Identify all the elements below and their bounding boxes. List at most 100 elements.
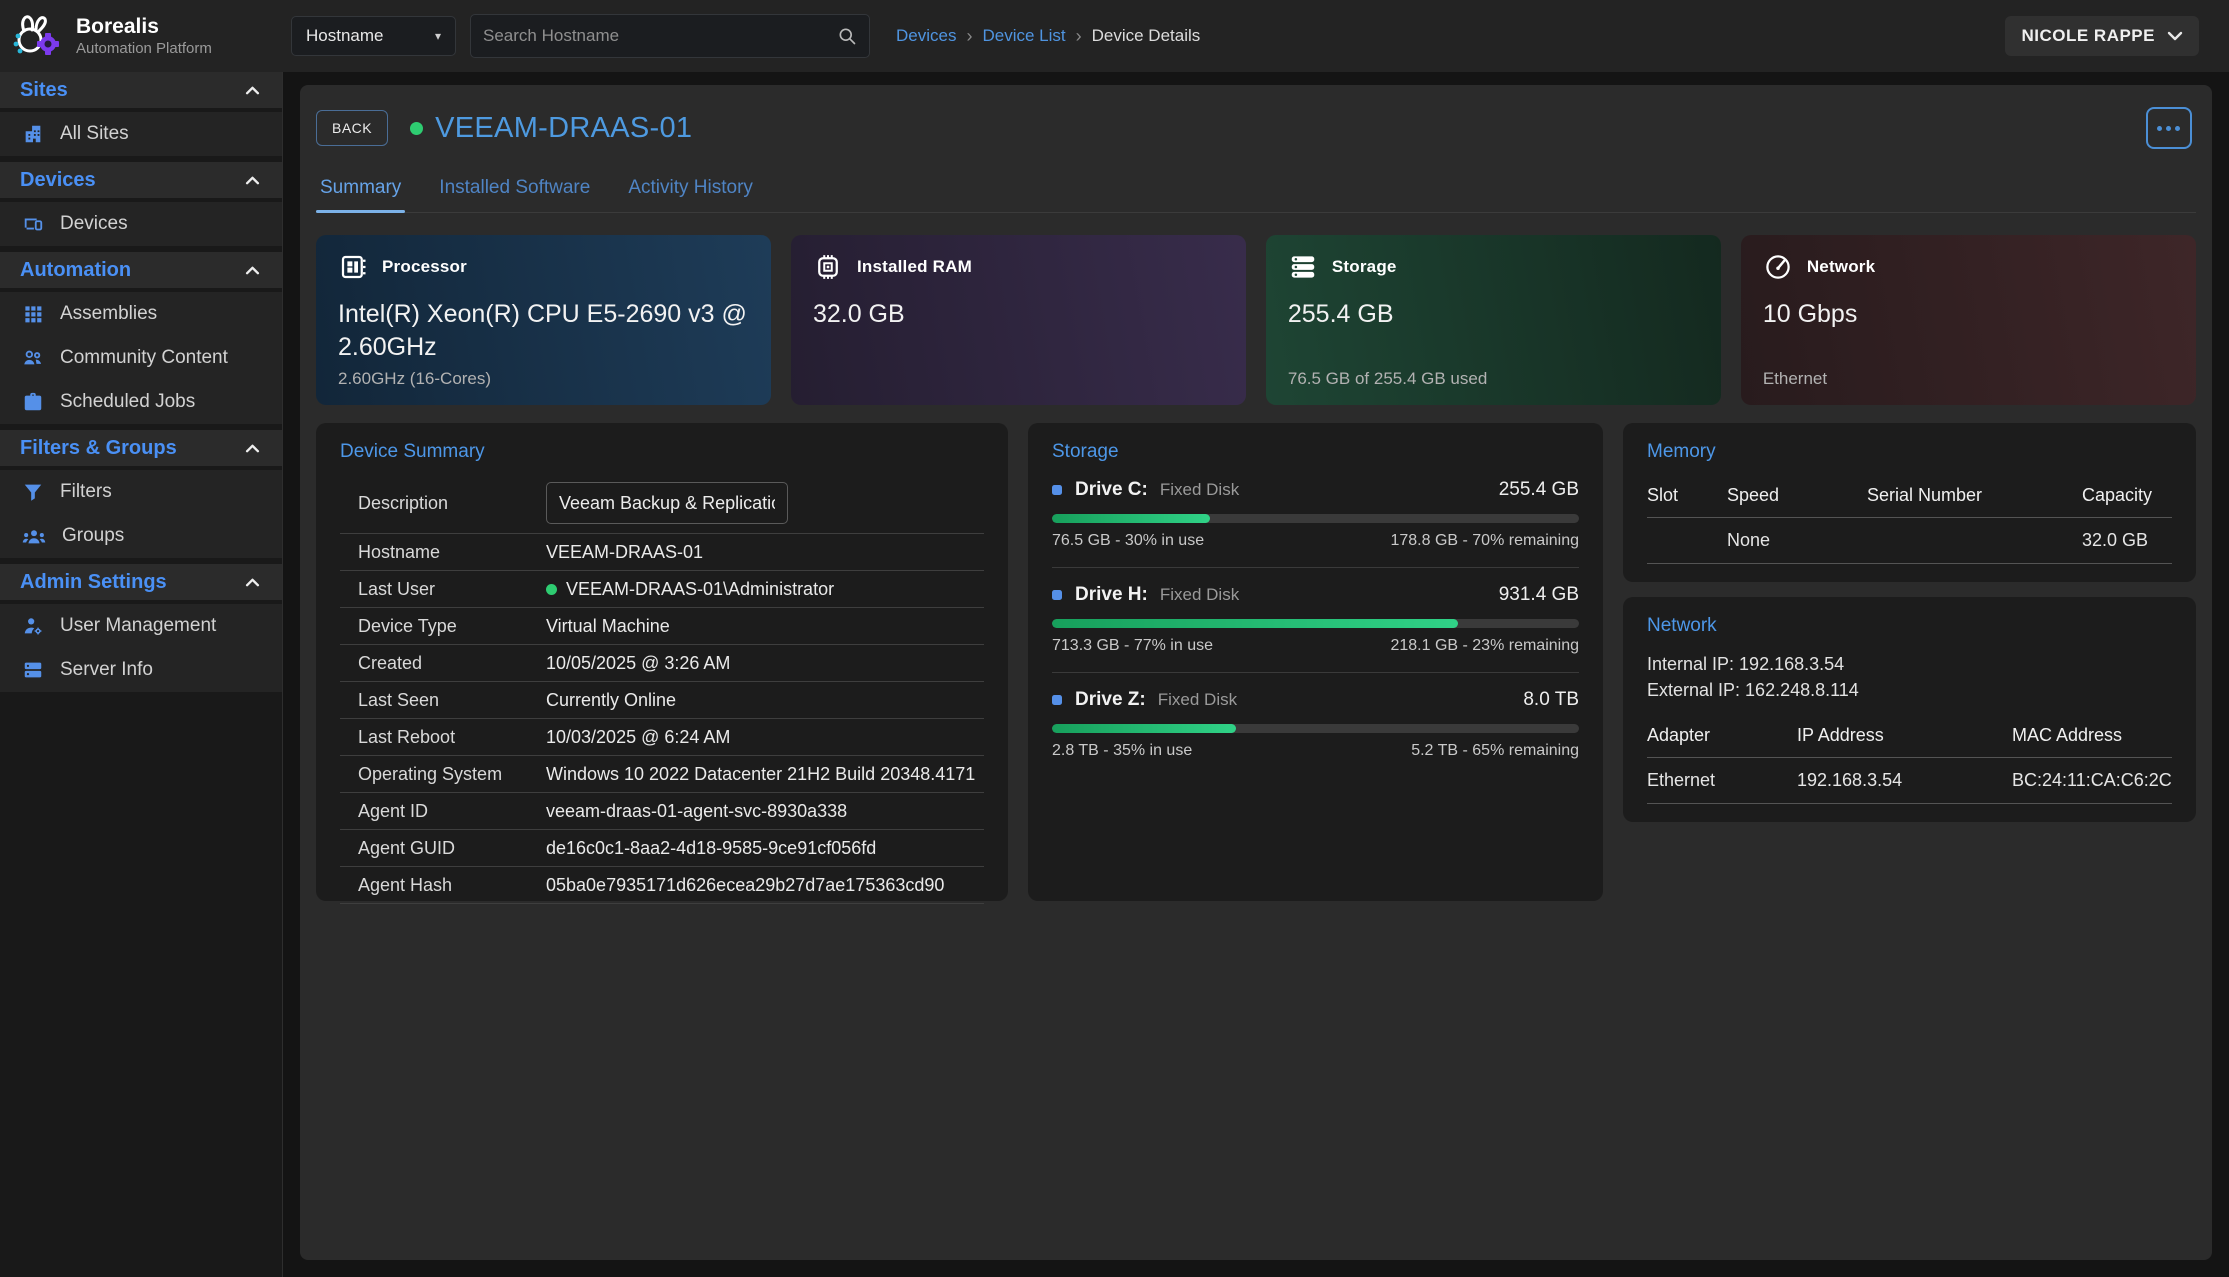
speedometer-icon [1763,252,1793,282]
memory-capacity-cell: 32.0 GB [2082,518,2172,564]
breadcrumb-devices[interactable]: Devices [896,26,956,46]
network-card-sub: Ethernet [1763,369,1827,389]
tab-summary[interactable]: Summary [320,177,401,212]
devices-icon [22,213,44,235]
device-title: VEEAM-DRAAS-01 [435,112,692,145]
chevron-down-icon: ▾ [435,29,441,43]
storage-card-sub: 76.5 GB of 255.4 GB used [1288,369,1487,389]
network-panel-title: Network [1647,615,2172,637]
memory-panel: Memory Slot Speed Serial Number Capacity… [1623,423,2196,582]
search-input[interactable] [483,26,837,46]
storage-card: Storage 255.4 GB 76.5 GB of 255.4 GB use… [1266,235,1721,405]
more-menu-icon [2157,126,2162,131]
sidebar-item-devices[interactable]: Devices [0,202,282,246]
chevron-down-icon [2167,31,2183,41]
description-input[interactable] [546,482,788,524]
grid-icon [22,303,44,325]
processor-card: Processor Intel(R) Xeon(R) CPU E5-2690 v… [316,235,771,405]
device-header: BACK VEEAM-DRAAS-01 [316,107,2196,149]
sidebar-item-all-sites[interactable]: All Sites [0,112,282,156]
processor-card-sub: 2.60GHz (16-Cores) [338,369,491,389]
summary-row-device-type: Device Type Virtual Machine [340,608,984,645]
processor-card-value: Intel(R) Xeon(R) CPU E5-2690 v3 @ 2.60GH… [338,298,749,363]
chevron-up-icon [245,86,260,95]
storage-panel-title: Storage [1052,441,1579,463]
drive-bullet-icon [1052,485,1062,495]
sidebar-section-admin-settings[interactable]: Admin Settings [0,564,282,604]
user-gear-icon [22,615,44,637]
chevron-up-icon [245,444,260,453]
device-online-dot [410,122,423,135]
breadcrumb-current: Device Details [1092,26,1201,46]
filter-icon [22,481,44,503]
search-icon [837,26,857,46]
sidebar-section-filters-groups[interactable]: Filters & Groups [0,430,282,470]
breadcrumb: Devices › Device List › Device Details [896,26,1200,47]
more-menu-button[interactable] [2146,107,2192,149]
device-tabs: Summary Installed Software Activity Hist… [316,177,2196,213]
sidebar-item-user-management[interactable]: User Management [0,604,282,648]
sidebar-section-automation[interactable]: Automation [0,252,282,292]
cpu-icon [338,252,368,282]
stat-cards: Processor Intel(R) Xeon(R) CPU E5-2690 v… [316,235,2196,405]
top-bar: Borealis Automation Platform Hostname ▾ … [0,0,2229,72]
ip-address-cell: 192.168.3.54 [1797,758,2012,804]
tab-installed-software[interactable]: Installed Software [439,177,590,212]
brand: Borealis Automation Platform [0,10,283,62]
brand-name: Borealis [76,15,212,39]
brand-subtitle: Automation Platform [76,40,212,57]
installed-ram-card: Installed RAM 32.0 GB [791,235,1246,405]
summary-row-agent-guid: Agent GUID de16c0c1-8aa2-4d18-9585-9ce91… [340,830,984,867]
device-details-container: BACK VEEAM-DRAAS-01 Summary Installed So… [300,85,2212,1260]
breadcrumb-device-list[interactable]: Device List [982,26,1065,46]
main-area: BACK VEEAM-DRAAS-01 Summary Installed So… [283,72,2229,1277]
tab-activity-history[interactable]: Activity History [628,177,753,212]
server-icon [22,659,44,681]
memory-panel-title: Memory [1647,441,2172,463]
mac-address-cell: BC:24:11:CA:C6:2C [2012,758,2172,804]
user-menu[interactable]: NICOLE RAPPE [2005,16,2199,56]
groups-icon [22,525,46,547]
drive-h-row: Drive H: Fixed Disk 931.4 GB 713.3 GB - … [1052,567,1579,655]
network-table: Adapter IP Address MAC Address Ethernet … [1647,717,2172,804]
hostname-search[interactable] [470,14,870,58]
search-field-select-value: Hostname [306,26,383,46]
sidebar-item-scheduled-jobs[interactable]: Scheduled Jobs [0,380,282,424]
network-card-label: Network [1807,257,1875,277]
chevron-up-icon [245,176,260,185]
network-card-value: 10 Gbps [1763,298,2174,331]
sidebar: Sites All Sites Devices Devices [0,72,283,1277]
summary-row-agent-hash: Agent Hash 05ba0e7935171d626ecea29b27d7a… [340,867,984,904]
sidebar-item-assemblies[interactable]: Assemblies [0,292,282,336]
installed-ram-card-label: Installed RAM [857,257,972,277]
back-button[interactable]: BACK [316,110,388,146]
building-icon [22,123,44,145]
chevron-up-icon [245,578,260,587]
device-summary-panel: Device Summary Description Hostname VEEA… [316,423,1008,901]
storage-stack-icon [1288,252,1318,282]
drive-z-usage-bar [1052,724,1579,733]
drive-c-usage-bar [1052,514,1579,523]
summary-row-last-reboot: Last Reboot 10/03/2025 @ 6:24 AM [340,719,984,756]
summary-row-agent-id: Agent ID veeam-draas-01-agent-svc-8930a3… [340,793,984,830]
memory-serial-cell [1867,518,2082,564]
sidebar-item-filters[interactable]: Filters [0,470,282,514]
sidebar-section-devices[interactable]: Devices [0,162,282,202]
processor-card-label: Processor [382,257,467,277]
search-field-select[interactable]: Hostname ▾ [291,16,456,56]
network-card: Network 10 Gbps Ethernet [1741,235,2196,405]
summary-row-description: Description [340,473,984,534]
drive-bullet-icon [1052,695,1062,705]
internal-ip: Internal IP: 192.168.3.54 [1647,651,2172,677]
borealis-logo-icon [12,10,64,62]
adapter-cell: Ethernet [1647,758,1797,804]
summary-row-hostname: Hostname VEEAM-DRAAS-01 [340,534,984,571]
sidebar-item-community-content[interactable]: Community Content [0,336,282,380]
breadcrumb-separator: › [966,26,972,47]
sidebar-section-sites[interactable]: Sites [0,72,282,112]
breadcrumb-separator: › [1076,26,1082,47]
user-online-dot [546,584,557,595]
network-panel: Network Internal IP: 192.168.3.54 Extern… [1623,597,2196,822]
sidebar-item-groups[interactable]: Groups [0,514,282,558]
sidebar-item-server-info[interactable]: Server Info [0,648,282,692]
